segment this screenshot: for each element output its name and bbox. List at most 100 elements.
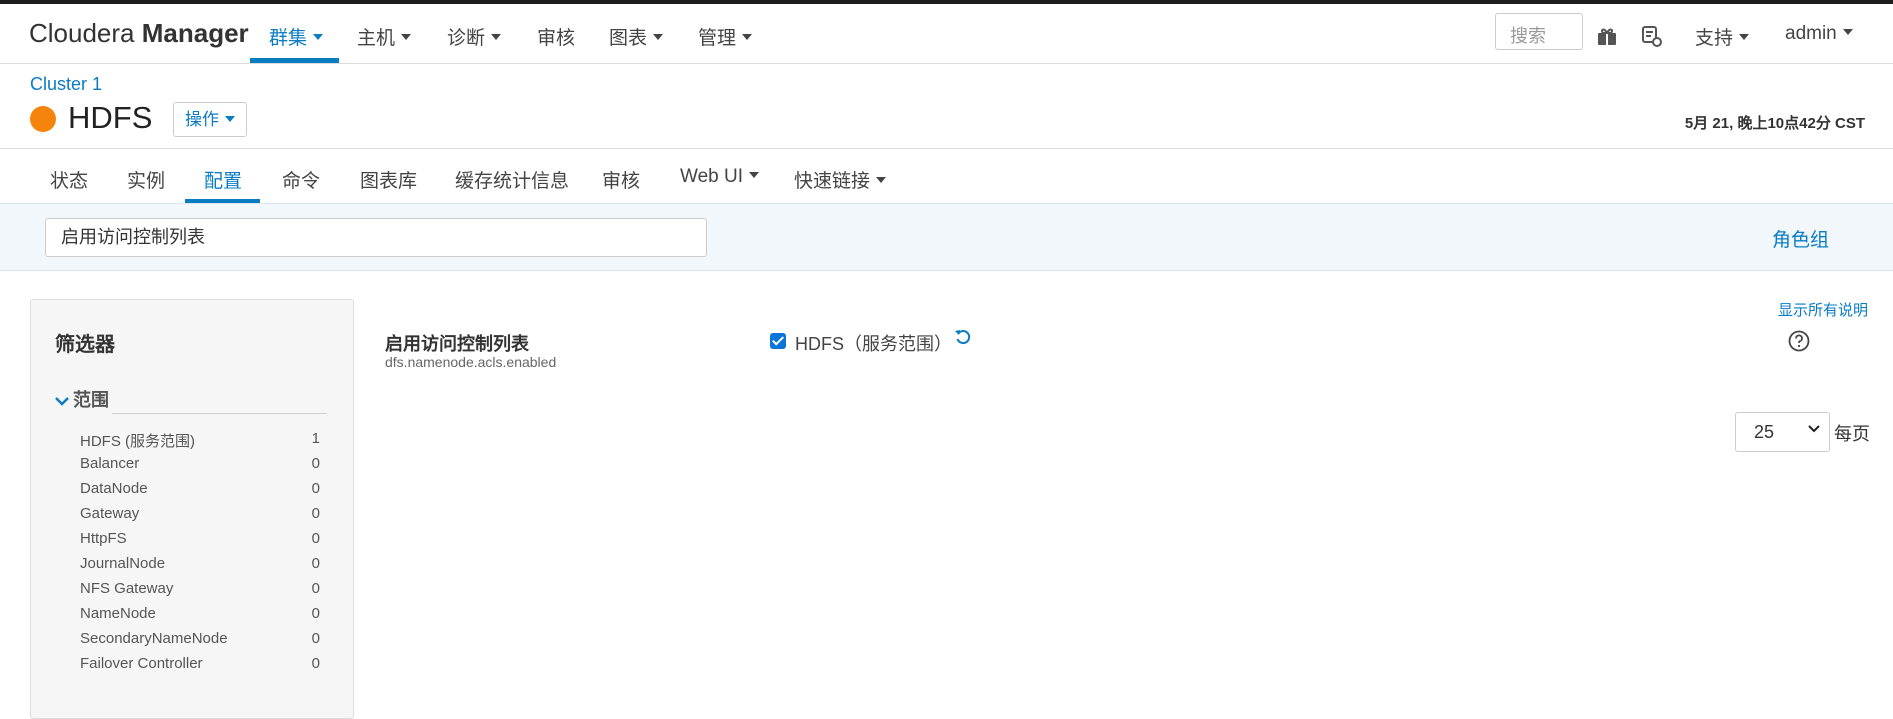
- filter-item-label: Gateway: [80, 505, 140, 522]
- chevron-down-icon: [749, 171, 760, 178]
- nav-hosts-label: 主机: [357, 28, 396, 49]
- tab-configuration[interactable]: 配置: [204, 166, 242, 193]
- actions-dropdown-button[interactable]: 操作: [173, 102, 247, 137]
- filter-item-failover-controller[interactable]: Failover Controller 0: [80, 655, 320, 677]
- scope-section-toggle[interactable]: 范围: [55, 386, 109, 412]
- filter-item-namenode[interactable]: NameNode 0: [80, 605, 320, 627]
- chevron-down-icon: [401, 33, 412, 40]
- show-all-descriptions-link[interactable]: 显示所有说明: [1778, 299, 1868, 320]
- help-icon[interactable]: [1788, 330, 1810, 352]
- scope-section-label: 范围: [73, 390, 109, 410]
- filter-item-label: Balancer: [80, 455, 140, 472]
- filter-item-label: NFS Gateway: [80, 580, 174, 597]
- nav-user-label: admin: [1785, 23, 1837, 44]
- config-setting-name: 启用访问控制列表: [385, 334, 529, 354]
- chevron-down-icon: [653, 33, 664, 40]
- filter-item-label: NameNode: [80, 605, 156, 622]
- chevron-down-icon: [1739, 33, 1750, 40]
- current-timestamp: 5月 21, 晚上10点42分 CST: [1684, 115, 1865, 132]
- global-search-input[interactable]: 搜索: [1495, 13, 1583, 50]
- chevron-down-icon: [1808, 425, 1820, 433]
- tab-quick-links[interactable]: 快速链接: [794, 166, 887, 193]
- tab-status[interactable]: 状态: [50, 166, 88, 193]
- filter-item-label: Failover Controller: [80, 655, 203, 672]
- filter-item-count: 0: [311, 480, 320, 497]
- config-search-bar: 启用访问控制列表 角色组: [0, 203, 1893, 271]
- chevron-down-icon: [55, 397, 69, 406]
- global-search-placeholder: 搜索: [1510, 26, 1546, 46]
- filter-item-nfs-gateway[interactable]: NFS Gateway 0: [80, 580, 320, 602]
- service-status-dot: [30, 106, 56, 132]
- gift-icon[interactable]: [1595, 24, 1619, 48]
- tab-web-ui[interactable]: Web UI: [680, 166, 760, 188]
- filter-item-secondarynamenode[interactable]: SecondaryNameNode 0: [80, 630, 320, 652]
- filter-item-count: 0: [311, 605, 320, 622]
- filter-item-label: HttpFS: [80, 530, 127, 547]
- brand-logo[interactable]: Cloudera Manager: [29, 18, 249, 49]
- filter-item-count: 0: [311, 580, 320, 597]
- role-groups-link[interactable]: 角色组: [1772, 225, 1829, 252]
- nav-clusters-label: 群集: [269, 28, 308, 49]
- tab-quick-links-label: 快速链接: [794, 171, 871, 192]
- nav-support[interactable]: 支持: [1695, 23, 1750, 50]
- config-property-name: dfs.namenode.acls.enabled: [385, 354, 557, 370]
- top-navbar: Cloudera Manager 群集 主机 诊断 审核 图表 管理 搜索 支持…: [0, 4, 1893, 64]
- reset-to-default-icon[interactable]: [954, 328, 972, 346]
- nav-hosts[interactable]: 主机: [357, 23, 412, 50]
- nav-active-indicator: [250, 58, 339, 63]
- filter-panel-title: 筛选器: [55, 334, 115, 356]
- filter-panel: 筛选器 范围 HDFS (服务范围) 1 Balancer 0 DataNode 0 …: [30, 299, 354, 719]
- brand-text-light: Cloudera: [29, 18, 135, 48]
- tab-web-ui-label: Web UI: [680, 166, 744, 187]
- filter-item-label: HDFS (服务范围): [80, 433, 195, 450]
- nav-administration[interactable]: 管理: [698, 23, 753, 50]
- filter-item-count: 1: [311, 430, 320, 447]
- nav-administration-label: 管理: [698, 28, 737, 49]
- nav-support-label: 支持: [1695, 28, 1734, 49]
- config-search-input[interactable]: 启用访问控制列表: [45, 218, 707, 257]
- filter-item-gateway[interactable]: Gateway 0: [80, 505, 320, 527]
- filter-item-count: 0: [311, 530, 320, 547]
- filter-item-label: DataNode: [80, 480, 148, 497]
- filter-item-datanode[interactable]: DataNode 0: [80, 480, 320, 502]
- config-scope-label: HDFS（服务范围）: [795, 334, 952, 354]
- divider: [0, 148, 1893, 149]
- chevron-down-icon: [1842, 28, 1853, 35]
- filter-item-label: SecondaryNameNode: [80, 630, 228, 647]
- nav-clusters[interactable]: 群集: [269, 23, 324, 50]
- nav-diagnostics-label: 诊断: [447, 28, 486, 49]
- per-page-label: 每页: [1834, 424, 1870, 444]
- running-commands-icon[interactable]: [1640, 24, 1664, 48]
- divider: [112, 413, 327, 414]
- chevron-down-icon: [876, 176, 887, 183]
- chevron-down-icon: [225, 115, 235, 122]
- breadcrumb-cluster-link[interactable]: Cluster 1: [30, 74, 102, 95]
- nav-diagnostics[interactable]: 诊断: [447, 23, 502, 50]
- chevron-down-icon: [313, 33, 324, 40]
- per-page-select[interactable]: 25: [1735, 412, 1830, 452]
- tab-chart-library[interactable]: 图表库: [360, 166, 417, 193]
- nav-user-menu[interactable]: admin: [1785, 23, 1853, 45]
- filter-item-label: JournalNode: [80, 555, 166, 572]
- nav-charts-label: 图表: [609, 28, 648, 49]
- filter-item-hdfs-service[interactable]: HDFS (服务范围) 1: [80, 430, 320, 452]
- config-enabled-checkbox[interactable]: [770, 333, 786, 349]
- actions-label: 操作: [185, 110, 219, 129]
- nav-audits-label: 审核: [537, 28, 576, 49]
- tab-audits[interactable]: 审核: [602, 166, 640, 193]
- nav-audits[interactable]: 审核: [537, 23, 575, 50]
- filter-item-count: 0: [311, 655, 320, 672]
- tab-instances[interactable]: 实例: [127, 166, 165, 193]
- filter-item-count: 0: [311, 455, 320, 472]
- nav-charts[interactable]: 图表: [609, 23, 664, 50]
- page-title: HDFS: [68, 100, 153, 135]
- filter-item-balancer[interactable]: Balancer 0: [80, 455, 320, 477]
- filter-item-httpfs[interactable]: HttpFS 0: [80, 530, 320, 552]
- chevron-down-icon: [742, 33, 753, 40]
- filter-item-journalnode[interactable]: JournalNode 0: [80, 555, 320, 577]
- filter-item-count: 0: [311, 630, 320, 647]
- tab-cache-statistics[interactable]: 缓存统计信息: [455, 166, 569, 193]
- tab-commands[interactable]: 命令: [282, 166, 320, 193]
- per-page-value: 25: [1754, 422, 1775, 442]
- brand-text-bold: Manager: [141, 18, 249, 48]
